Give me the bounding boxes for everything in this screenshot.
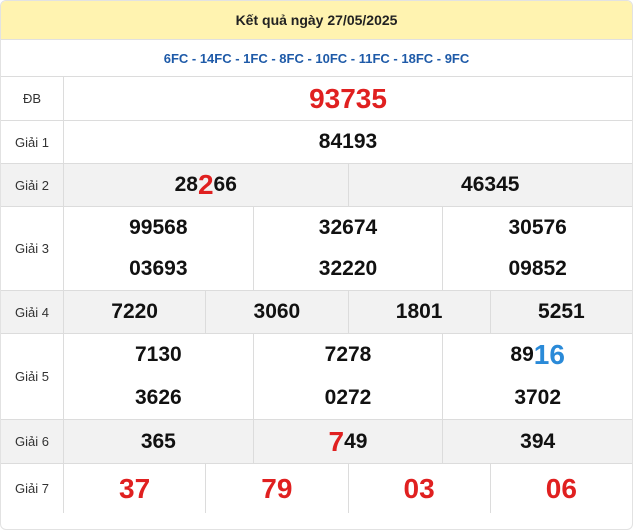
prize-row-g3: Giải 3 99568 32674 30576 03693 32220 098…: [1, 206, 632, 290]
prize-row-g5: Giải 5 7130 7278 89 16 3626 0272 3702: [1, 333, 632, 419]
number-part: 3702: [514, 385, 562, 409]
number-part: 0272: [324, 385, 372, 409]
prize-number: 7278: [254, 334, 444, 377]
highlight-digit: 2: [197, 169, 214, 200]
prize-number: 365: [64, 420, 254, 463]
special-prize-number: 93735: [309, 82, 387, 114]
prize-number: 30576: [508, 215, 567, 239]
prize-number: 7130: [64, 334, 254, 377]
prize-label: ĐB: [1, 77, 64, 120]
prize-row-g7: Giải 7 37 79 03 06: [1, 463, 632, 513]
prize-label: Giải 5: [1, 334, 64, 419]
number-part: 66: [213, 173, 237, 196]
prize-number: 394: [443, 420, 632, 463]
prize-number: 37: [64, 464, 207, 513]
prize-number: 03: [349, 464, 491, 513]
prize-number: 1801: [349, 291, 491, 333]
results-title: Kết quả ngày 27/05/2025: [235, 12, 398, 28]
prize-label: Giải 2: [1, 164, 64, 206]
prize-row-g4: Giải 4 7220 3060 1801 5251: [1, 290, 632, 333]
prize-number: 32220: [254, 248, 444, 290]
number-part: 49: [344, 429, 368, 453]
prize-number: 5251: [538, 300, 585, 323]
draw-codes: 6FC - 14FC - 1FC - 8FC - 10FC - 11FC - 1…: [1, 39, 632, 76]
results-header: Kết quả ngày 27/05/2025: [1, 1, 632, 39]
prize-number: 89 16: [443, 334, 632, 377]
highlight-digit: 7: [328, 425, 345, 457]
prize-number: 03693: [64, 248, 254, 290]
prize-number: 32674: [254, 207, 444, 249]
prize-label: Giải 1: [1, 121, 64, 163]
prize-label: Giải 4: [1, 291, 64, 333]
number-part: 7130: [134, 343, 182, 367]
prize-row-g1: Giải 1 84193: [1, 120, 632, 163]
prize-number: 28 2 66: [64, 164, 349, 206]
prize-number: 06: [545, 472, 577, 504]
prize-row-db: ĐB 93735: [1, 76, 632, 120]
number-part: 365: [140, 429, 176, 453]
number-part: 28: [174, 173, 198, 196]
prize-number: 99568: [64, 207, 254, 249]
prize-number: 79: [206, 464, 349, 513]
prize-row-g2: Giải 2 28 2 66 46345: [1, 163, 632, 206]
prize-number: 3626: [64, 376, 254, 419]
prize-number: 09852: [508, 257, 567, 281]
prize-number: 0272: [254, 376, 444, 419]
number-part: 89: [510, 343, 534, 367]
prize-number: 3702: [443, 377, 632, 420]
number-part: 7278: [324, 343, 372, 367]
results-table: Kết quả ngày 27/05/2025 6FC - 14FC - 1FC…: [0, 0, 633, 530]
prize-row-g6: Giải 6 365 7 49 394: [1, 419, 632, 463]
prize-label: Giải 3: [1, 207, 64, 290]
prize-number: 84193: [318, 130, 378, 153]
prize-number: 7 49: [254, 420, 444, 463]
prize-number: 46345: [349, 164, 633, 206]
highlight-digits: 16: [533, 339, 565, 371]
prize-label: Giải 7: [1, 464, 64, 513]
prize-number: 7220: [64, 291, 207, 333]
number-part: 46345: [461, 173, 520, 196]
prize-label: Giải 6: [1, 420, 64, 463]
prize-number: 3060: [206, 291, 349, 333]
number-part: 3626: [134, 385, 182, 409]
number-part: 394: [520, 429, 556, 453]
